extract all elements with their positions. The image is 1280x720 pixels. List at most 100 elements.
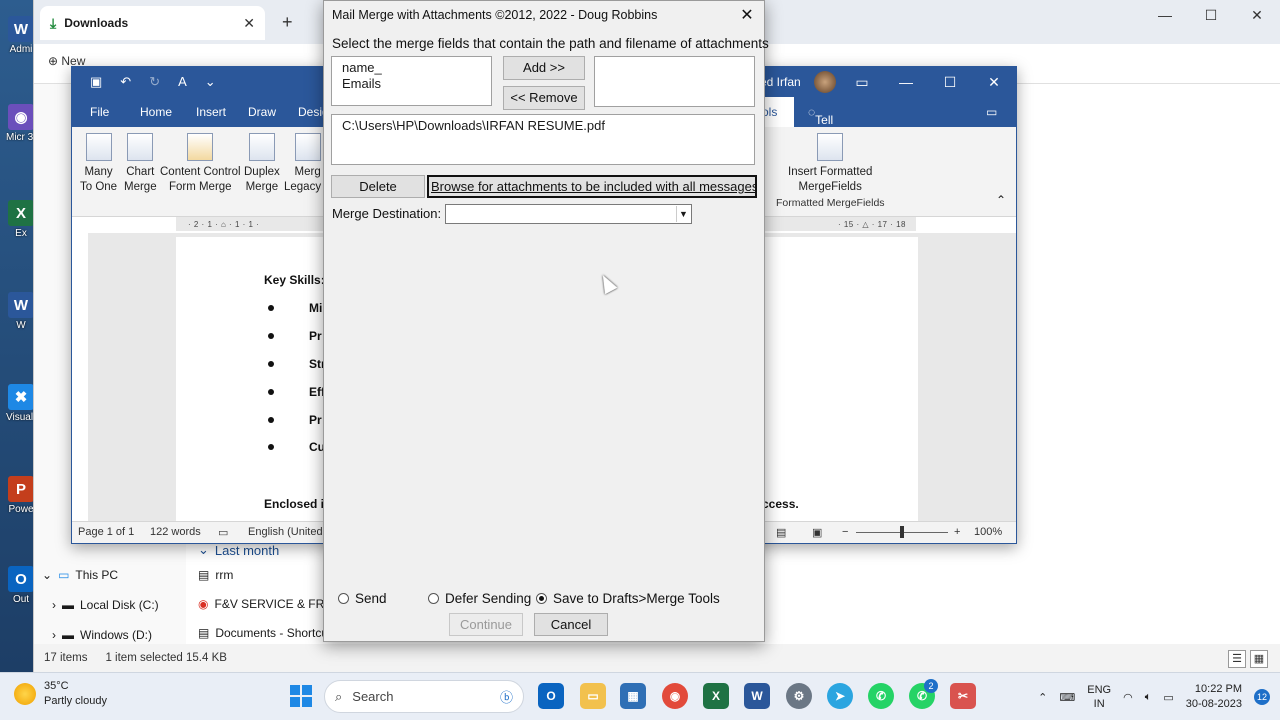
desktop-icon-m365[interactable]: ◉ Micr 365 ( bbox=[6, 104, 36, 143]
save-icon[interactable]: ▣ bbox=[90, 74, 102, 90]
tab-file[interactable]: File bbox=[90, 105, 109, 119]
store-icon[interactable]: ▦ bbox=[620, 683, 646, 709]
snipping-tool-icon[interactable]: ✂ bbox=[950, 683, 976, 709]
file-explorer-icon[interactable]: ▭ bbox=[580, 683, 606, 709]
excel-icon[interactable]: X bbox=[703, 683, 729, 709]
desktop-icon-excel[interactable]: X Ex bbox=[6, 200, 36, 239]
chrome-icon[interactable]: ◉ bbox=[662, 683, 688, 709]
attachments-list[interactable]: C:\Users\HP\Downloads\IRFAN RESUME.pdf bbox=[331, 114, 755, 165]
radio-dot-selected[interactable] bbox=[536, 593, 547, 604]
volume-icon[interactable]: 🔈︎ bbox=[1145, 691, 1152, 704]
tab-mail-merge-tools[interactable]: ols bbox=[762, 97, 794, 127]
many-to-one-button[interactable]: Many To One bbox=[80, 133, 117, 195]
page-count[interactable]: Page 1 of 1 bbox=[78, 526, 134, 538]
merge-destination-select[interactable]: ▼ bbox=[445, 204, 692, 224]
start-button[interactable] bbox=[290, 685, 312, 707]
tab-insert[interactable]: Insert bbox=[196, 105, 226, 119]
language-indicator[interactable]: ENG IN bbox=[1087, 683, 1111, 711]
maximize-button[interactable]: ☐ bbox=[928, 67, 972, 97]
desktop-icon-word2[interactable]: W W bbox=[6, 292, 36, 331]
whatsapp-icon[interactable]: ✆ bbox=[868, 683, 894, 709]
language-indicator[interactable]: English (United bbox=[248, 526, 323, 538]
desktop-icon-label: Ex bbox=[15, 228, 27, 239]
continue-button[interactable]: Continue bbox=[449, 613, 523, 636]
tab-draw[interactable]: Draw bbox=[248, 105, 276, 119]
undo-icon[interactable]: ↶ bbox=[120, 74, 131, 90]
minimize-button[interactable]: — bbox=[884, 67, 928, 97]
browse-attachments-button[interactable]: Browse for attachments to be included wi… bbox=[427, 175, 757, 198]
cancel-button[interactable]: Cancel bbox=[534, 613, 608, 636]
outlook-icon[interactable]: O bbox=[538, 683, 564, 709]
desktop-icon-word[interactable]: W Admi bbox=[6, 16, 36, 55]
explorer-tab-downloads[interactable]: ⤓ Downloads ✕ bbox=[40, 6, 265, 40]
radio-dot[interactable] bbox=[338, 593, 349, 604]
list-item[interactable]: C:\Users\HP\Downloads\IRFAN RESUME.pdf bbox=[332, 118, 754, 134]
ribbon-display-icon[interactable]: ▭ bbox=[840, 67, 884, 97]
desktop-icon-powerpoint[interactable]: P Powe bbox=[6, 476, 36, 515]
delete-button[interactable]: Delete bbox=[331, 175, 425, 198]
proofing-icon[interactable]: ▭ bbox=[218, 526, 228, 539]
list-item[interactable]: Emails bbox=[332, 76, 491, 92]
clock[interactable]: 10:22 PM 30-08-2023 bbox=[1186, 682, 1242, 712]
battery-icon[interactable]: ▭ bbox=[1163, 691, 1173, 704]
list-item[interactable]: ▤ Documents - Shortcut bbox=[198, 626, 331, 640]
word-icon[interactable]: W bbox=[744, 683, 770, 709]
notification-badge[interactable]: 12 bbox=[1254, 689, 1270, 705]
details-view-icon[interactable]: ☰ bbox=[1228, 650, 1246, 668]
keyboard-icon[interactable]: ⌨ bbox=[1059, 691, 1075, 704]
close-tab-icon[interactable]: ✕ bbox=[243, 15, 255, 32]
tab-home[interactable]: Home bbox=[140, 105, 172, 119]
merge-fields-list[interactable]: name_ Emails bbox=[331, 56, 492, 106]
tiles-view-icon[interactable]: ▦ bbox=[1250, 650, 1268, 668]
remove-button[interactable]: << Remove bbox=[503, 86, 585, 110]
list-item[interactable]: ▤ rrm bbox=[198, 568, 233, 582]
zoom-slider-handle[interactable] bbox=[900, 526, 904, 538]
chevron-down-icon[interactable]: ▼ bbox=[676, 206, 690, 222]
radio-dot[interactable] bbox=[428, 593, 439, 604]
insert-formatted-mergefields-button[interactable]: Insert Formatted MergeFields bbox=[788, 133, 872, 195]
zoom-out-icon[interactable]: − bbox=[842, 526, 848, 538]
nav-item-windows-d[interactable]: › ▬ Windows (D:) bbox=[52, 628, 152, 642]
bing-icon: ⓑ bbox=[499, 690, 513, 705]
print-layout-icon[interactable]: ▤ bbox=[776, 526, 786, 539]
zoom-level[interactable]: 100% bbox=[974, 526, 1002, 538]
taskbar-search[interactable]: ⌕ Search ⓑ bbox=[324, 680, 524, 713]
tell-me-box[interactable]: ◌ Tell me bbox=[808, 105, 833, 141]
wifi-icon[interactable]: ◠ bbox=[1123, 691, 1133, 704]
nav-item-this-pc[interactable]: ⌄ ▭ This PC bbox=[42, 568, 118, 582]
collapse-ribbon-icon[interactable]: ⌃ bbox=[996, 193, 1006, 207]
close-window-button[interactable]: ✕ bbox=[1234, 0, 1280, 30]
comments-icon[interactable]: ▭ bbox=[986, 105, 997, 119]
avatar[interactable] bbox=[814, 71, 836, 93]
radio-send[interactable]: Send bbox=[338, 591, 387, 606]
minimize-button[interactable]: — bbox=[1142, 0, 1188, 30]
close-icon[interactable]: ✕ bbox=[736, 5, 758, 27]
maximize-button[interactable]: ☐ bbox=[1188, 0, 1234, 30]
font-icon[interactable]: A bbox=[178, 74, 187, 90]
chevron-up-icon[interactable]: ⌃ bbox=[1038, 691, 1047, 704]
desktop-icon-outlook[interactable]: O Out bbox=[6, 566, 36, 605]
radio-save-to-drafts[interactable]: Save to Drafts>Merge Tools bbox=[536, 591, 720, 606]
close-window-button[interactable]: ✕ bbox=[972, 67, 1016, 97]
radio-defer-sending[interactable]: Defer Sending bbox=[428, 591, 531, 606]
new-tab-button[interactable]: + bbox=[282, 12, 293, 33]
file-icon: ▤ bbox=[198, 568, 210, 582]
zoom-in-icon[interactable]: + bbox=[954, 526, 960, 538]
customize-icon[interactable]: ⌄ bbox=[205, 74, 216, 90]
weather-widget[interactable]: 35°C Partly cloudy bbox=[14, 679, 107, 709]
desktop-icon-vscode[interactable]: ✖ Visual Co bbox=[6, 384, 36, 423]
many-to-one-icon bbox=[85, 133, 112, 161]
duplex-merge-button[interactable]: Duplex Merge bbox=[244, 133, 280, 195]
content-control-form-merge-button[interactable]: Content Control Form Merge bbox=[160, 133, 241, 195]
settings-gear-icon[interactable]: ⚙ bbox=[786, 683, 812, 709]
redo-icon[interactable]: ↻ bbox=[149, 74, 160, 90]
word-count[interactable]: 122 words bbox=[150, 526, 201, 538]
nav-item-local-disk[interactable]: › ▬ Local Disk (C:) bbox=[52, 598, 159, 612]
selected-fields-list[interactable] bbox=[594, 56, 755, 107]
chart-merge-button[interactable]: Chart Merge bbox=[124, 133, 157, 195]
telegram-icon[interactable]: ➤ bbox=[827, 683, 853, 709]
list-item[interactable]: name_ bbox=[332, 60, 491, 76]
add-button[interactable]: Add >> bbox=[503, 56, 585, 80]
group-header-last-month[interactable]: ⌄ Last month bbox=[198, 542, 279, 558]
web-layout-icon[interactable]: ▣ bbox=[812, 526, 822, 539]
